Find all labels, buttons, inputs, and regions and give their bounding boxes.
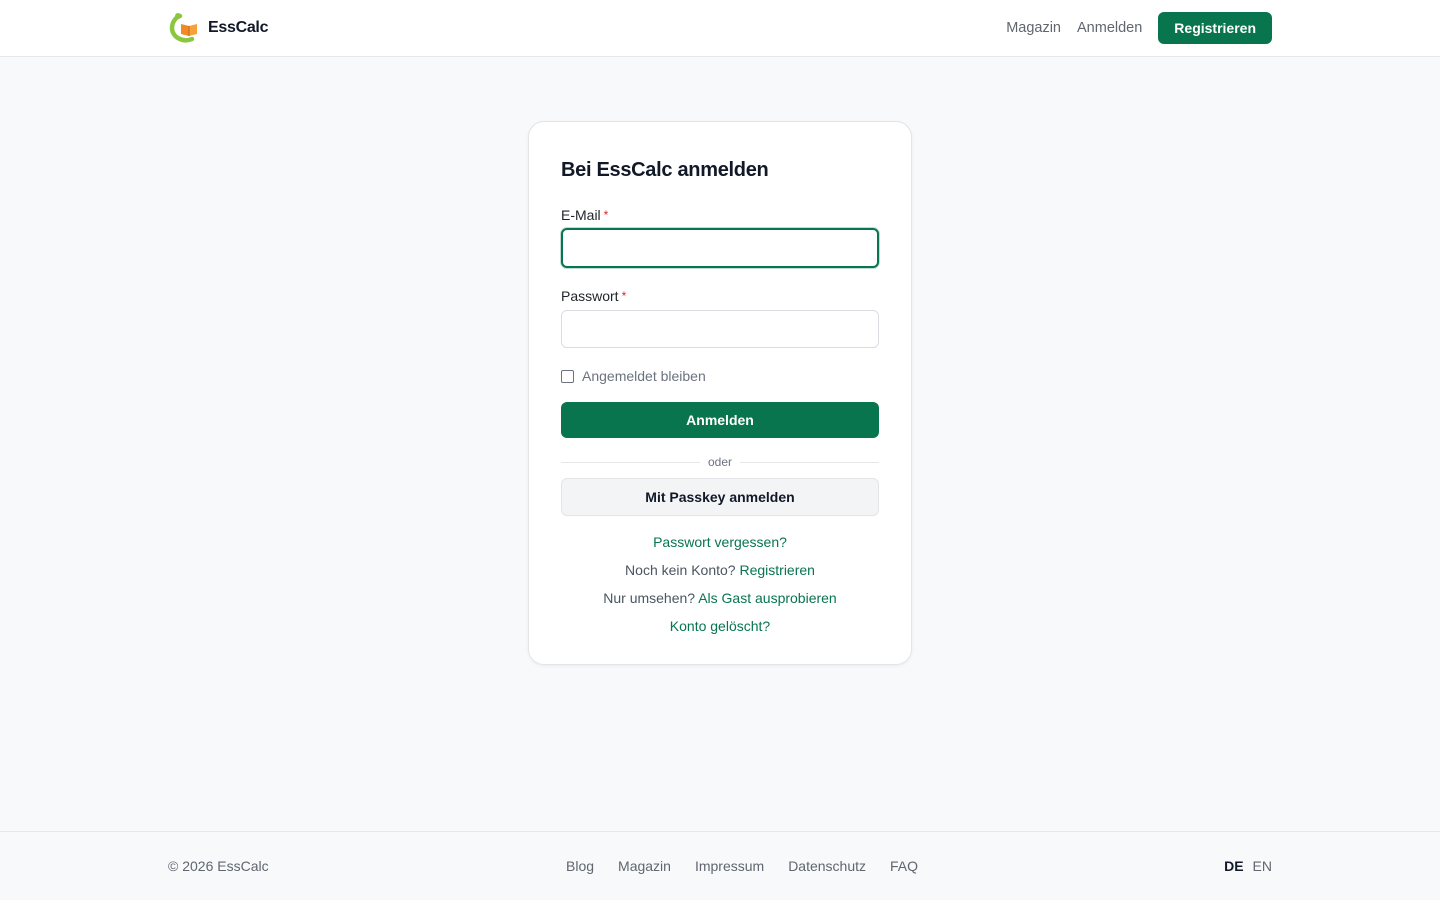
account-deleted-row: Konto gelöscht?	[561, 616, 879, 636]
forgot-password-link[interactable]: Passwort vergessen?	[653, 534, 787, 550]
language-de[interactable]: DE	[1224, 858, 1243, 874]
nav-link-magazin[interactable]: Magazin	[1006, 20, 1061, 36]
required-marker: *	[603, 208, 609, 222]
language-en[interactable]: EN	[1253, 858, 1272, 874]
register-link[interactable]: Registrieren	[739, 562, 814, 578]
forgot-password-row: Passwort vergessen?	[561, 532, 879, 552]
login-submit-button[interactable]: Anmelden	[561, 402, 879, 438]
site-footer: © 2026 EssCalc Blog Magazin Impressum Da…	[0, 831, 1440, 900]
footer-nav: Blog Magazin Impressum Datenschutz FAQ	[566, 858, 942, 874]
no-account-text: Noch kein Konto?	[625, 562, 736, 578]
login-card: Bei EssCalc anmelden E-Mail * Passwort * A…	[528, 121, 912, 665]
login-title: Bei EssCalc anmelden	[561, 159, 769, 181]
brand-name: EssCalc	[208, 19, 269, 36]
copyright-text: © 2026 EssCalc	[168, 858, 269, 874]
essCalc-logo-icon	[168, 12, 200, 44]
register-button[interactable]: Registrieren	[1158, 12, 1272, 44]
brand-logo-link[interactable]: EssCalc	[168, 12, 268, 44]
password-label-text: Passwort	[561, 288, 619, 304]
remember-me-checkbox[interactable]	[561, 369, 574, 383]
no-account-row: Noch kein Konto? Registrieren	[561, 560, 879, 580]
footer-link-datenschutz[interactable]: Datenschutz	[788, 858, 866, 874]
remember-me-row: Angemeldet bleiben	[561, 366, 879, 386]
email-label: E-Mail *	[561, 205, 879, 225]
password-label: Passwort *	[561, 286, 879, 306]
or-divider: oder	[561, 454, 879, 470]
footer-link-impressum[interactable]: Impressum	[695, 858, 764, 874]
remember-me-label[interactable]: Angemeldet bleiben	[582, 368, 706, 384]
site-header: EssCalc Magazin Anmelden Registrieren	[0, 0, 1440, 57]
divider-text: oder	[707, 455, 733, 469]
language-switcher: DE EN	[1224, 858, 1272, 874]
nav-link-login[interactable]: Anmelden	[1077, 20, 1142, 36]
guest-text: Nur umsehen?	[603, 590, 696, 606]
footer-link-magazin[interactable]: Magazin	[618, 858, 671, 874]
divider-line	[740, 461, 879, 463]
footer-link-blog[interactable]: Blog	[566, 858, 594, 874]
guest-try-link[interactable]: Als Gast ausprobieren	[698, 590, 837, 606]
header-nav: Magazin Anmelden Registrieren	[1006, 12, 1272, 44]
divider-line	[561, 461, 700, 463]
footer-link-faq[interactable]: FAQ	[890, 858, 918, 874]
account-deleted-link[interactable]: Konto gelöscht?	[670, 618, 770, 634]
email-field[interactable]	[561, 228, 879, 268]
email-label-text: E-Mail	[561, 207, 601, 223]
required-marker: *	[621, 289, 627, 303]
guest-row: Nur umsehen? Als Gast ausprobieren	[561, 588, 879, 608]
auth-links: Passwort vergessen? Noch kein Konto? Reg…	[561, 532, 879, 636]
passkey-login-button[interactable]: Mit Passkey anmelden	[561, 478, 879, 516]
password-field[interactable]	[561, 310, 879, 348]
